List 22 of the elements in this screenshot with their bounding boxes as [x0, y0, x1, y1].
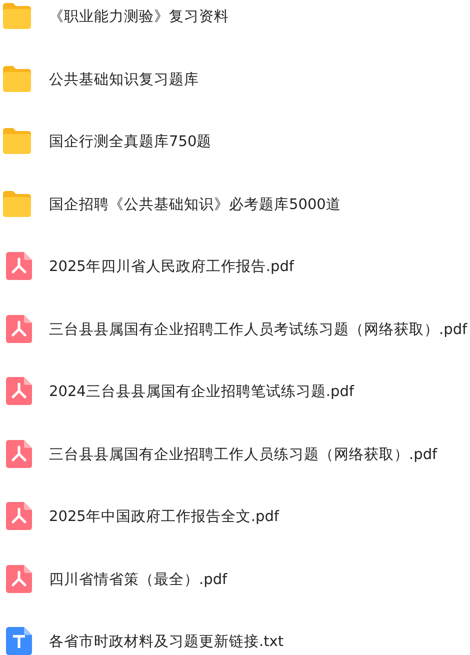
file-name[interactable]: 三台县县属国有企业招聘工作人员练习题（网络获取）.pdf: [49, 440, 438, 470]
file-name[interactable]: 国企招聘《公共基础知识》必考题库5000道: [49, 190, 341, 220]
pdf-file-icon: [6, 252, 32, 280]
file-name[interactable]: 公共基础知识复习题库: [49, 64, 199, 94]
file-name[interactable]: 2025年四川省人民政府工作报告.pdf: [49, 252, 294, 282]
file-name[interactable]: 三台县县属国有企业招聘工作人员考试练习题（网络获取）.pdf: [49, 314, 468, 344]
file-name[interactable]: 2025年中国政府工作报告全文.pdf: [49, 502, 280, 532]
folder-icon: [2, 127, 32, 155]
pdf-file-icon: [6, 377, 32, 405]
pdf-file-icon: [6, 564, 32, 592]
pdf-file-icon: [6, 502, 32, 530]
file-name[interactable]: 四川省情省策（最全）.pdf: [49, 564, 228, 594]
file-name[interactable]: 国企行测全真题库750题: [49, 127, 212, 157]
pdf-file-icon: [6, 440, 32, 468]
folder-icon: [2, 2, 32, 30]
folder-icon: [2, 190, 32, 218]
folder-icon: [2, 64, 32, 92]
text-file-icon: [6, 627, 32, 655]
file-name[interactable]: 各省市时政材料及习题更新链接.txt: [49, 627, 284, 655]
pdf-file-icon: [6, 314, 32, 342]
file-name[interactable]: 2024三台县县属国有企业招聘笔试练习题.pdf: [49, 377, 354, 407]
file-name[interactable]: 《职业能力测验》复习资料: [49, 2, 229, 32]
